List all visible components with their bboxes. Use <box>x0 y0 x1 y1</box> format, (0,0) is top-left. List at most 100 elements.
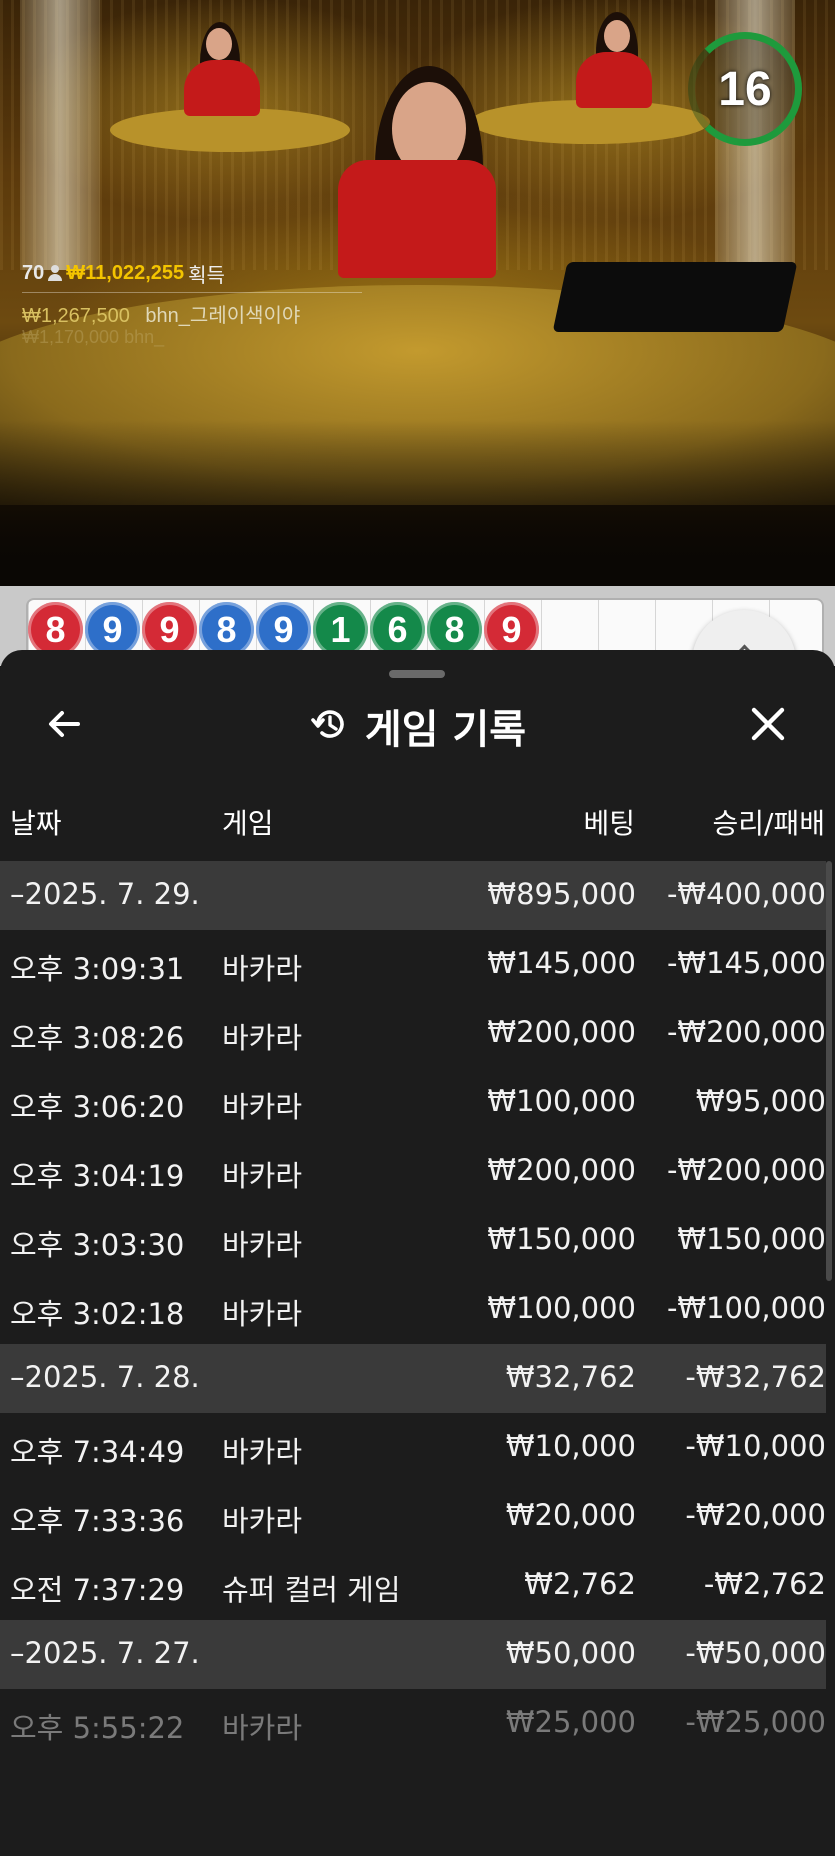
row-date: 오후 7:33:36 <box>10 1504 185 1538</box>
row-date: 오후 3:08:26 <box>10 1021 185 1055</box>
row-game: 바카라 <box>222 952 303 986</box>
row-date: 오후 3:06:20 <box>10 1090 185 1124</box>
history-row: 오후 7:33:36 바카라 ₩20,000 -₩20,000 <box>0 1482 826 1551</box>
arrow-left-icon <box>44 704 84 748</box>
row-bet: ₩32,762 <box>505 1360 636 1394</box>
history-row: 오후 3:02:18 바카라 ₩100,000 -₩100,000 <box>0 1275 826 1344</box>
top-winner-name: bhn_그레이색이야 <box>145 305 301 327</box>
top-winner-amount: ₩1,267,500 <box>22 305 130 327</box>
row-bet: ₩100,000 <box>487 1084 636 1118</box>
history-row: 오후 3:09:31 바카라 ₩145,000 -₩145,000 <box>0 930 826 999</box>
row-date: –2025. 7. 28. <box>10 1360 200 1394</box>
row-date: –2025. 7. 29. <box>10 877 200 911</box>
row-date: –2025. 7. 27. <box>10 1636 200 1670</box>
row-result: -₩400,000 <box>666 877 826 911</box>
row-game: 바카라 <box>222 1090 303 1124</box>
row-bet: ₩25,000 <box>505 1705 636 1739</box>
row-game: 바카라 <box>222 1711 303 1745</box>
row-result: ₩95,000 <box>695 1084 826 1118</box>
row-game: 바카라 <box>222 1504 303 1538</box>
video-fade <box>0 420 835 586</box>
row-game: 바카라 <box>222 1297 303 1331</box>
row-result: -₩200,000 <box>666 1153 826 1187</box>
row-date: 오후 5:55:22 <box>10 1711 185 1745</box>
column-headers: 날짜 게임 베팅 승리/패배 <box>0 794 835 846</box>
row-game: 바카라 <box>222 1435 303 1469</box>
history-row: 오후 5:55:22 바카라 ₩25,000 -₩25,000 <box>0 1689 826 1758</box>
person-icon <box>48 265 63 281</box>
column-game: 게임 <box>222 807 274 840</box>
row-game: 바카라 <box>222 1228 303 1262</box>
live-video: 16 70 ₩11,022,255 획득 ₩1,267,500 bhn_그레이색… <box>0 0 835 586</box>
history-row: 오후 3:04:19 바카라 ₩200,000 -₩200,000 <box>0 1137 826 1206</box>
date-group-row[interactable]: –2025. 7. 28. ₩32,762 -₩32,762 <box>0 1344 826 1413</box>
history-row: 오후 3:03:30 바카라 ₩150,000 ₩150,000 <box>0 1206 826 1275</box>
winners-suffix: 획득 <box>188 264 225 287</box>
row-date: 오전 7:37:29 <box>10 1573 185 1607</box>
row-bet: ₩10,000 <box>505 1429 636 1463</box>
date-group-row[interactable]: –2025. 7. 29. ₩895,000 -₩400,000 <box>0 861 826 930</box>
row-result: -₩10,000 <box>685 1429 826 1463</box>
row-result: -₩25,000 <box>685 1705 826 1739</box>
row-bet: ₩200,000 <box>487 1153 636 1187</box>
roadmap-bead: 6 <box>370 602 425 657</box>
back-button[interactable] <box>38 700 90 752</box>
drag-handle[interactable] <box>389 670 445 678</box>
row-result: -₩50,000 <box>685 1636 826 1670</box>
row-game: 바카라 <box>222 1021 303 1055</box>
close-button[interactable] <box>742 700 794 752</box>
roadmap-bead: 8 <box>28 602 83 657</box>
winners-ticker: 70 ₩11,022,255 획득 ₩1,267,500 bhn_그레이색이야 … <box>22 258 362 347</box>
row-result: -₩2,762 <box>703 1567 826 1601</box>
history-row: 오후 7:34:49 바카라 ₩10,000 -₩10,000 <box>0 1413 826 1482</box>
divider <box>22 292 362 293</box>
history-icon <box>309 703 351 749</box>
row-date: 오후 7:34:49 <box>10 1435 185 1469</box>
row-bet: ₩200,000 <box>487 1015 636 1049</box>
history-list[interactable]: –2025. 7. 29. ₩895,000 -₩400,000 오후 3:09:31… <box>0 861 826 1758</box>
row-game: 슈퍼 컬러 게임 <box>222 1573 401 1607</box>
card-shoe <box>552 262 798 332</box>
row-game: 바카라 <box>222 1159 303 1193</box>
roadmap-bead: 9 <box>484 602 539 657</box>
panel-header: 게임 기록 <box>0 690 835 762</box>
column-date: 날짜 <box>10 807 62 840</box>
countdown-timer: 16 <box>688 32 802 146</box>
winner-faded-row: ₩1,170,000 bhn_ <box>22 327 165 347</box>
row-date: 오후 3:04:19 <box>10 1159 185 1193</box>
panel-title: 게임 기록 <box>364 707 527 753</box>
game-history-panel: 게임 기록 날짜 게임 베팅 승리/패배 –2025. 7. 29. ₩895,0… <box>0 650 835 1856</box>
timer-value: 16 <box>718 62 772 116</box>
history-row: 오후 3:06:20 바카라 ₩100,000 ₩95,000 <box>0 1068 826 1137</box>
row-bet: ₩2,762 <box>524 1567 636 1601</box>
roadmap-bead: 9 <box>256 602 311 657</box>
close-icon <box>748 704 788 748</box>
scrollbar[interactable] <box>826 861 832 1281</box>
roadmap-bead: 8 <box>199 602 254 657</box>
row-date: 오후 3:03:30 <box>10 1228 185 1262</box>
row-result: -₩100,000 <box>666 1291 826 1325</box>
column-result: 승리/패배 <box>712 807 825 840</box>
row-result: -₩32,762 <box>685 1360 826 1394</box>
row-result: -₩20,000 <box>685 1498 826 1532</box>
row-bet: ₩100,000 <box>487 1291 636 1325</box>
row-bet: ₩20,000 <box>505 1498 636 1532</box>
roadmap-bead: 9 <box>142 602 197 657</box>
row-date: 오후 3:09:31 <box>10 952 185 986</box>
row-result: -₩145,000 <box>666 946 826 980</box>
winner-count: 70 <box>22 261 45 284</box>
row-result: -₩200,000 <box>666 1015 826 1049</box>
date-group-row[interactable]: –2025. 7. 27. ₩50,000 -₩50,000 <box>0 1620 826 1689</box>
row-bet: ₩145,000 <box>487 946 636 980</box>
row-result: ₩150,000 <box>677 1222 826 1256</box>
row-bet: ₩895,000 <box>487 877 636 911</box>
winners-total: ₩11,022,255 <box>66 261 185 284</box>
row-bet: ₩150,000 <box>487 1222 636 1256</box>
row-date: 오후 3:02:18 <box>10 1297 185 1331</box>
roadmap-bead: 9 <box>85 602 140 657</box>
history-row: 오전 7:37:29 슈퍼 컬러 게임 ₩2,762 -₩2,762 <box>0 1551 826 1620</box>
roadmap-bead: 8 <box>427 602 482 657</box>
roadmap-bead: 1 <box>313 602 368 657</box>
roadmap-beads: 899891689 <box>28 602 539 657</box>
light-pillar-left <box>20 0 100 270</box>
